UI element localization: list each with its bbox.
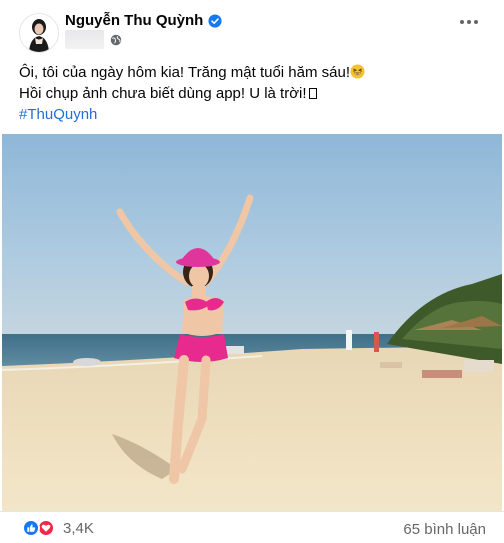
comment-count[interactable]: 65 bình luận xyxy=(403,521,486,538)
post-photo[interactable] xyxy=(2,134,502,511)
unsupported-glyph-box xyxy=(308,88,317,99)
verified-badge-icon xyxy=(208,13,222,28)
post-timestamp-blurred[interactable] xyxy=(65,30,104,49)
dot xyxy=(467,20,471,24)
reaction-count[interactable]: 3,4K xyxy=(63,520,94,537)
post-text: Ôi, tôi của ngày hôm kia! Trăng mật tuổi… xyxy=(19,62,489,125)
post-text-line-2: Hồi chụp ảnh chưa biết dùng app! U là tr… xyxy=(19,83,489,104)
post-footer: 3,4K 65 bình luận xyxy=(0,511,504,543)
globe-icon xyxy=(110,34,122,45)
hashtag-link[interactable]: #ThuQuynh xyxy=(19,106,97,123)
more-options-icon[interactable] xyxy=(460,20,478,24)
grinning-squinting-face-icon xyxy=(350,64,365,79)
dot xyxy=(474,20,478,24)
author-avatar[interactable] xyxy=(19,13,59,53)
post-text-line-1: Ôi, tôi của ngày hôm kia! Trăng mật tuổi… xyxy=(19,62,489,83)
author-name[interactable]: Nguyễn Thu Quỳnh xyxy=(65,12,203,29)
like-icon xyxy=(22,519,40,537)
reaction-summary[interactable]: 3,4K xyxy=(22,519,94,537)
dot xyxy=(460,20,464,24)
post-header: Nguyễn Thu Quỳnh xyxy=(0,0,504,60)
text-line-2: Hồi chụp ảnh chưa biết dùng app! U là tr… xyxy=(19,85,307,102)
text-line-1: Ôi, tôi của ngày hôm kia! Trăng mật tuổi… xyxy=(19,64,350,81)
